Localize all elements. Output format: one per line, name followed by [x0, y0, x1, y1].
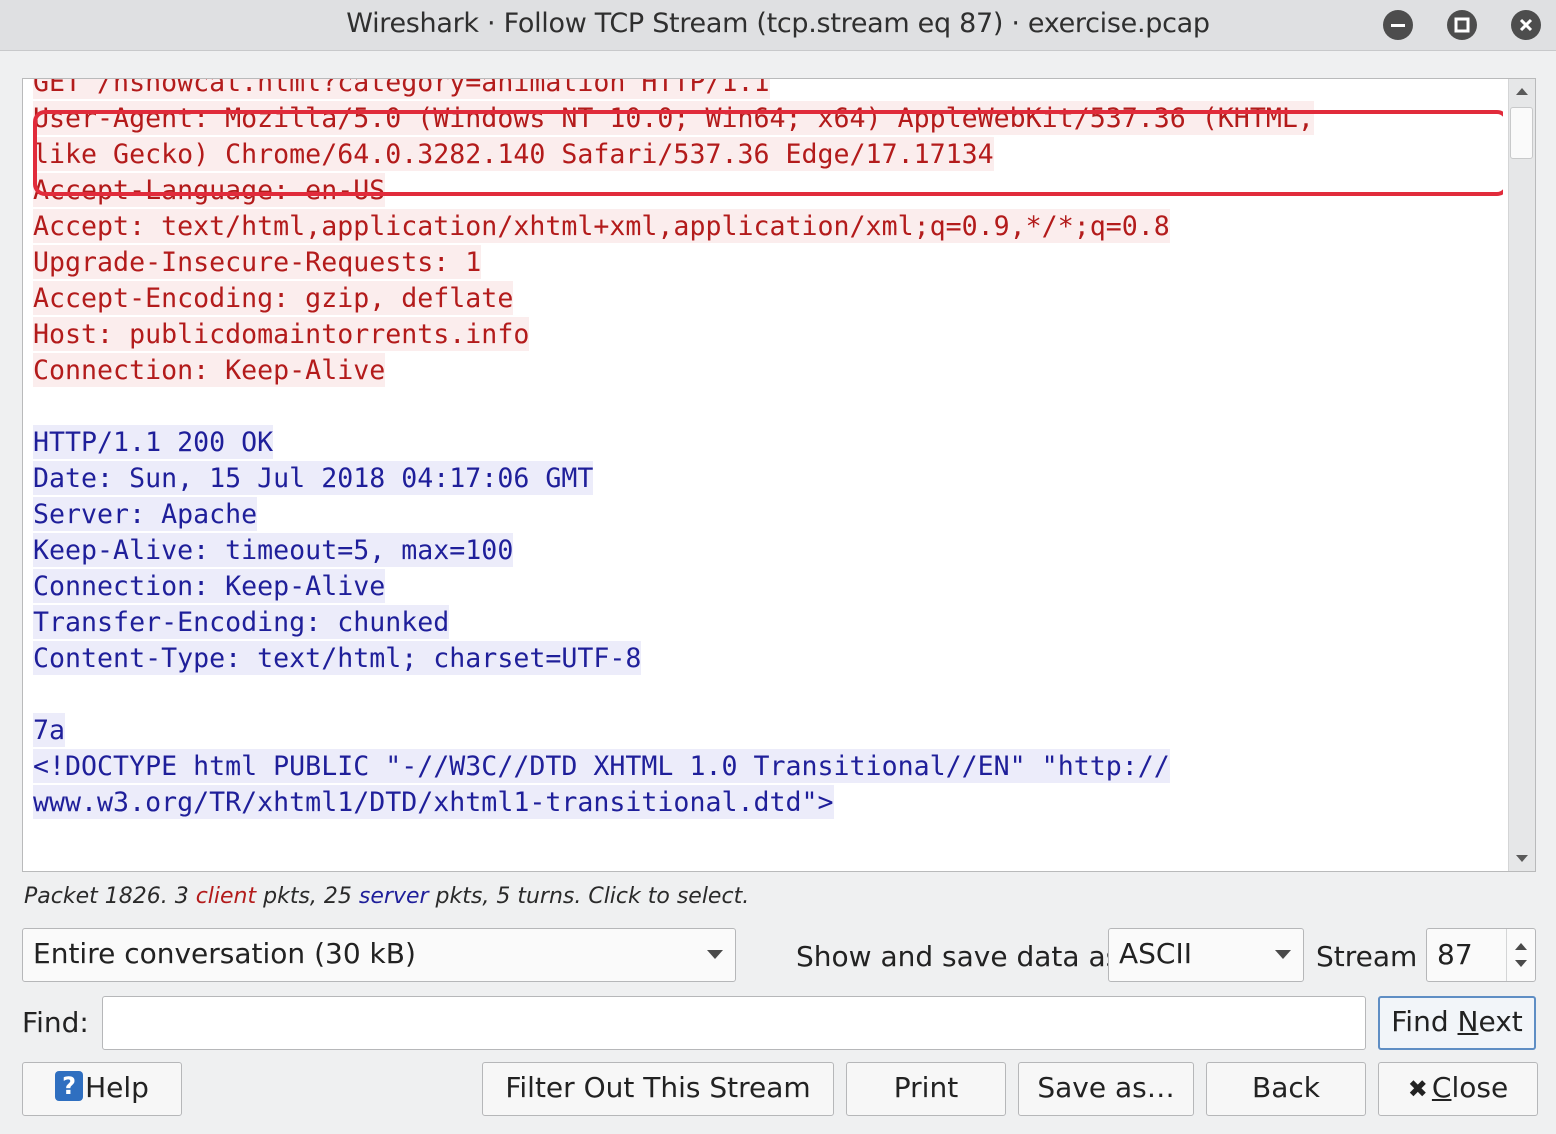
- status-middle: pkts, 25: [256, 884, 359, 909]
- client-line-text: like Gecko) Chrome/64.0.3282.140 Safari/…: [33, 137, 994, 171]
- find-input[interactable]: [102, 996, 1366, 1050]
- find-label: Find:: [22, 1006, 89, 1039]
- conversation-select-value: Entire conversation (30 kB): [33, 937, 416, 970]
- stream-summary[interactable]: Packet 1826. 3 client pkts, 25 server pk…: [24, 884, 749, 909]
- spin-down-icon: [1515, 960, 1527, 967]
- close-mnemonic: C: [1431, 1071, 1452, 1104]
- conversation-select[interactable]: Entire conversation (30 kB): [22, 928, 736, 982]
- server-line-text: www.w3.org/TR/xhtml1/DTD/xhtml1-transiti…: [33, 785, 834, 819]
- client-line[interactable]: Accept-Language: en-US: [33, 173, 386, 209]
- client-line-text: Accept-Language: en-US: [33, 173, 386, 207]
- server-line[interactable]: HTTP/1.1 200 OK: [33, 425, 274, 461]
- maximize-icon[interactable]: [1447, 10, 1477, 40]
- spin-up-icon: [1515, 943, 1527, 950]
- server-line[interactable]: Connection: Keep-Alive: [33, 569, 386, 605]
- server-line-text: Keep-Alive: timeout=5, max=100: [33, 533, 514, 567]
- server-line-text: Date: Sun, 15 Jul 2018 04:17:06 GMT: [33, 461, 594, 495]
- help-label: Help: [85, 1071, 149, 1104]
- server-line-text: HTTP/1.1 200 OK: [33, 425, 274, 459]
- help-button[interactable]: ? Help: [22, 1062, 182, 1116]
- chevron-down-icon: [707, 950, 723, 959]
- server-line-text: Connection: Keep-Alive: [33, 569, 386, 603]
- scroll-up-arrow-icon[interactable]: [1509, 79, 1535, 105]
- stream-number-value: 87: [1437, 938, 1473, 971]
- server-line-text: Server: Apache: [33, 497, 258, 531]
- scroll-down-arrow-icon[interactable]: [1509, 845, 1535, 871]
- client-line-text: Host: publicdomaintorrents.info: [33, 317, 530, 351]
- server-line-text: 7a: [33, 713, 66, 747]
- stream-number-spinbox[interactable]: 87: [1426, 928, 1536, 982]
- server-line[interactable]: Keep-Alive: timeout=5, max=100: [33, 533, 514, 569]
- client-line-text: Connection: Keep-Alive: [33, 353, 386, 387]
- help-icon: ?: [55, 1071, 84, 1101]
- client-line[interactable]: like Gecko) Chrome/64.0.3282.140 Safari/…: [33, 137, 994, 173]
- vertical-scrollbar[interactable]: [1508, 79, 1535, 871]
- title-bar: Wireshark · Follow TCP Stream (tcp.strea…: [0, 0, 1556, 51]
- show-save-label: Show and save data as: [796, 940, 1121, 973]
- scrollbar-thumb[interactable]: [1510, 107, 1533, 159]
- back-button[interactable]: Back: [1206, 1062, 1366, 1116]
- server-line[interactable]: Transfer-Encoding: chunked: [33, 605, 450, 641]
- client-line[interactable]: Upgrade-Insecure-Requests: 1: [33, 245, 482, 281]
- server-line[interactable]: Content-Type: text/html; charset=UTF-8: [33, 641, 642, 677]
- stream-text-view[interactable]: www.w3.org/TR/xhtml1/DTD/xhtml1-transiti…: [22, 78, 1536, 872]
- status-client-word: client: [195, 884, 257, 909]
- client-line[interactable]: Connection: Keep-Alive: [33, 353, 386, 389]
- client-line-text: Accept-Encoding: gzip, deflate: [33, 281, 514, 315]
- stream-content[interactable]: www.w3.org/TR/xhtml1/DTD/xhtml1-transiti…: [33, 79, 1503, 871]
- find-next-mnemonic: N: [1457, 1005, 1479, 1038]
- server-line[interactable]: Date: Sun, 15 Jul 2018 04:17:06 GMT: [33, 461, 594, 497]
- server-line[interactable]: Server: Apache: [33, 497, 258, 533]
- server-line-text: Transfer-Encoding: chunked: [33, 605, 450, 639]
- close-button[interactable]: ✖ Close: [1378, 1062, 1538, 1116]
- filter-out-stream-button[interactable]: Filter Out This Stream: [482, 1062, 834, 1116]
- client-line-text: Accept: text/html,application/xhtml+xml,…: [33, 209, 1170, 243]
- client-line[interactable]: User-Agent: Mozilla/5.0 (Windows NT 10.0…: [33, 101, 1314, 137]
- client-line[interactable]: GET /nshowcat.html?category=animation HT…: [33, 79, 770, 101]
- data-format-value: ASCII: [1119, 937, 1192, 970]
- server-line-text: <!DOCTYPE html PUBLIC "-//W3C//DTD XHTML…: [33, 749, 1170, 783]
- client-line-text: Upgrade-Insecure-Requests: 1: [33, 245, 482, 279]
- save-as-button[interactable]: Save as…: [1018, 1062, 1194, 1116]
- minimize-icon[interactable]: [1383, 10, 1413, 40]
- client-line[interactable]: Accept-Encoding: gzip, deflate: [33, 281, 514, 317]
- stream-label: Stream: [1316, 940, 1418, 973]
- server-line[interactable]: www.w3.org/TR/xhtml1/DTD/xhtml1-transiti…: [33, 785, 834, 821]
- status-suffix: pkts, 5 turns. Click to select.: [428, 884, 750, 909]
- client-line[interactable]: Accept: text/html,application/xhtml+xml,…: [33, 209, 1170, 245]
- find-next-label-post: ext: [1478, 1005, 1523, 1038]
- chevron-down-icon: [1275, 950, 1291, 959]
- server-line[interactable]: <!DOCTYPE html PUBLIC "-//W3C//DTD XHTML…: [33, 749, 1170, 785]
- server-line-text: Content-Type: text/html; charset=UTF-8: [33, 641, 642, 675]
- print-button[interactable]: Print: [846, 1062, 1006, 1116]
- window-title: Wireshark · Follow TCP Stream (tcp.strea…: [346, 8, 1210, 39]
- spinbox-buttons[interactable]: [1506, 929, 1535, 981]
- close-icon[interactable]: [1511, 10, 1541, 40]
- close-x-icon: ✖: [1407, 1075, 1428, 1103]
- find-next-button[interactable]: Find Next: [1378, 996, 1536, 1050]
- client-line[interactable]: Host: publicdomaintorrents.info: [33, 317, 530, 353]
- client-line-text: GET /nshowcat.html?category=animation HT…: [33, 79, 770, 99]
- client-line-text: User-Agent: Mozilla/5.0 (Windows NT 10.0…: [33, 101, 1314, 135]
- server-line[interactable]: 7a: [33, 713, 66, 749]
- data-format-select[interactable]: ASCII: [1108, 928, 1304, 982]
- find-next-label-pre: Find: [1391, 1005, 1458, 1038]
- close-label-post: lose: [1451, 1071, 1509, 1104]
- status-prefix: Packet 1826. 3: [24, 884, 196, 909]
- status-server-word: server: [358, 884, 429, 909]
